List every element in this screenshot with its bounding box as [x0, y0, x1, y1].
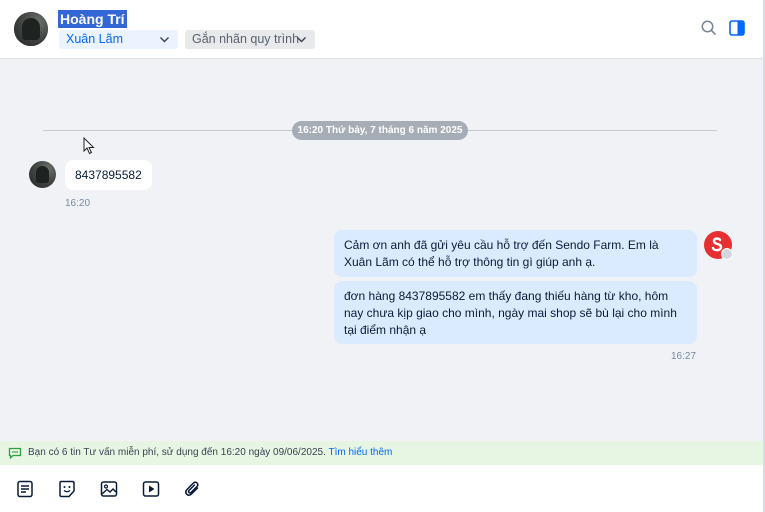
promo-text: Bạn có 6 tin Tư vấn miễn phí, sử dụng đế…: [28, 447, 326, 458]
promo-text-wrap: Bạn có 6 tin Tư vấn miễn phí, sử dụng đế…: [28, 441, 392, 465]
date-separator: 16:20 Thứ bảy, 7 tháng 6 năm 2025: [292, 121, 468, 140]
search-icon[interactable]: [700, 19, 718, 37]
chevron-down-icon: [297, 37, 306, 43]
staff-select-value: Xuân Lãm: [66, 32, 123, 46]
contact-name[interactable]: Hoàng Trí: [58, 10, 127, 28]
tag-select-value: Gắn nhãn quy trình: [192, 32, 300, 46]
incoming-time: 16:20: [65, 198, 91, 209]
outgoing-message[interactable]: Cảm ơn anh đã gửi yêu cầu hỗ trợ đến Sen…: [334, 230, 697, 277]
sticker-icon[interactable]: [57, 479, 77, 499]
mouse-cursor-icon: [83, 137, 95, 155]
panel-toggle-icon[interactable]: [728, 19, 746, 37]
tag-select[interactable]: Gắn nhãn quy trình: [185, 30, 315, 49]
learn-more-link[interactable]: Tìm hiểu thêm: [328, 447, 392, 458]
promo-banner: Bạn có 6 tin Tư vấn miễn phí, sử dụng đế…: [0, 441, 763, 465]
composer-toolbar: [0, 465, 763, 512]
quick-message-icon[interactable]: [15, 479, 35, 499]
chevron-down-icon: [160, 37, 169, 43]
outgoing-time: 16:27: [671, 351, 697, 362]
chat-header: Hoàng Trí Xuân Lãm Gắn nhãn quy trình: [0, 0, 763, 59]
status-badge: [721, 248, 733, 260]
incoming-message[interactable]: 8437895582: [65, 160, 152, 190]
attachment-icon[interactable]: [183, 479, 203, 499]
customer-avatar[interactable]: [29, 161, 56, 188]
chat-bubble-icon: [8, 447, 22, 459]
contact-avatar[interactable]: [14, 12, 48, 46]
image-icon[interactable]: [99, 479, 119, 499]
video-icon[interactable]: [141, 479, 161, 499]
outgoing-message[interactable]: đơn hàng 8437895582 em thấy đang thiếu h…: [334, 281, 697, 344]
staff-select[interactable]: Xuân Lãm: [59, 30, 178, 49]
